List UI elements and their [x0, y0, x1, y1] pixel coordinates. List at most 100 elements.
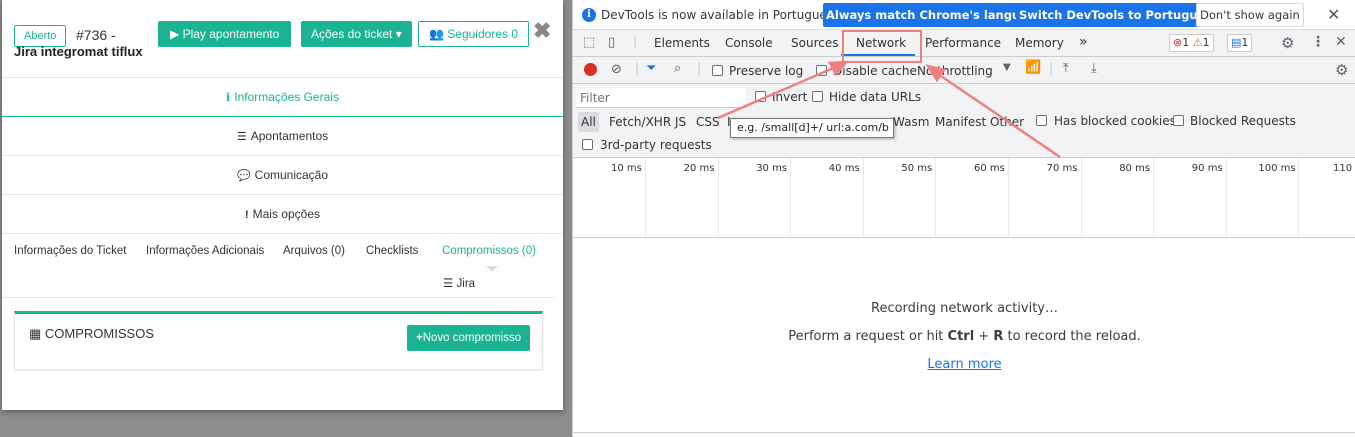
more-tabs-icon[interactable]: »: [1079, 34, 1088, 50]
modal-header: Aberto #736 - Jira integromat tiflux ▶ P…: [2, 0, 563, 78]
filter-tooltip: e.g. /small[d]+/ url:a.com/b: [730, 118, 894, 138]
invert-checkbox[interactable]: [755, 91, 766, 102]
tab-checklists[interactable]: Checklists: [366, 245, 418, 257]
timeline-gridline: [1225, 158, 1227, 238]
preserve-log-checkbox[interactable]: [712, 65, 723, 76]
message-icon: ▤: [1231, 36, 1242, 49]
tab-memory[interactable]: Memory: [1015, 36, 1064, 50]
separator: |: [697, 61, 702, 76]
divider: [573, 432, 1355, 433]
timeline-gridline: [645, 158, 646, 238]
ticket-title: Jira integromat tiflux: [14, 44, 143, 59]
timeline-gridline: [1298, 158, 1300, 238]
close-icon[interactable]: ✕: [1327, 5, 1340, 24]
error-count: 1: [1182, 36, 1190, 49]
reload-hint-plus: +: [974, 329, 994, 344]
ticket-number: #736 -: [76, 27, 116, 43]
tab-jira-label: Jira: [456, 278, 476, 290]
network-settings-gear-icon[interactable]: ⚙: [1335, 61, 1348, 79]
export-har-icon[interactable]: ⤓: [1091, 61, 1097, 76]
switch-to-portuguese-button[interactable]: Switch DevTools to Portuguese: [1016, 3, 1224, 27]
tab-compromissos[interactable]: Compromissos (0): [442, 245, 536, 257]
search-icon[interactable]: ⌕: [674, 61, 681, 76]
timeline-gridline: [717, 158, 719, 238]
issues-counter[interactable]: ⊗1 ⚠1: [1169, 34, 1214, 52]
followers-button[interactable]: 👥 Seguidores 0: [418, 21, 529, 47]
tab-informacoes-ticket[interactable]: Informações do Ticket: [14, 245, 127, 257]
section-comunicacao[interactable]: 💬 Comunicação: [2, 156, 563, 195]
type-filter-css[interactable]: CSS: [696, 115, 720, 129]
section-informacoes-gerais[interactable]: ℹ Informações Gerais: [2, 78, 563, 117]
hide-data-urls-checkbox[interactable]: [812, 91, 823, 102]
tab-performance[interactable]: Performance: [925, 36, 1001, 50]
third-party-label: 3rd-party requests: [600, 138, 712, 152]
network-conditions-icon[interactable]: 📶: [1025, 60, 1041, 75]
kebab-menu-icon[interactable]: ⋮: [1311, 34, 1325, 50]
disable-cache-checkbox[interactable]: [816, 65, 827, 76]
compromissos-panel: ▦ COMPROMISSOS +Novo compromisso: [14, 311, 543, 370]
import-har-icon[interactable]: ⤒: [1063, 61, 1069, 76]
timeline-tick-label: 110: [1333, 163, 1353, 174]
devtools-panel: i DevTools is now available in Portugues…: [572, 0, 1355, 437]
third-party-checkbox[interactable]: [582, 139, 593, 150]
separator: |: [1049, 61, 1054, 76]
ticket-actions-label: Ações do ticket: [311, 27, 393, 41]
timeline-gridline: [1153, 158, 1155, 238]
new-compromisso-label: Novo compromisso: [422, 332, 522, 344]
type-filter-all[interactable]: All: [578, 112, 599, 132]
warning-icon: ⚠: [1192, 36, 1203, 49]
tab-informacoes-adicionais[interactable]: Informações Adicionais: [146, 245, 264, 257]
device-toolbar-icon[interactable]: ▯: [608, 35, 615, 50]
calendar-icon: ▦: [29, 326, 45, 341]
section-mais-opcoes[interactable]: ! Mais opções: [2, 195, 563, 234]
clear-icon[interactable]: ⊘: [611, 62, 622, 77]
settings-gear-icon[interactable]: ⚙: [1281, 34, 1294, 52]
section-label: Comunicação: [254, 168, 329, 182]
timeline-tick-label: 80 ms: [1119, 163, 1151, 174]
blocked-requests-checkbox[interactable]: [1173, 115, 1184, 126]
error-icon: ⊗: [1173, 36, 1183, 49]
panel-title: ▦ COMPROMISSOS: [29, 326, 154, 342]
exclamation-icon: !: [244, 209, 249, 221]
timeline-gridline: [862, 158, 864, 238]
record-button-icon[interactable]: [584, 63, 597, 76]
play-apontamento-button[interactable]: ▶ Play apontamento: [158, 21, 292, 47]
learn-more-link[interactable]: Learn more: [927, 357, 1001, 372]
separator: |: [633, 34, 638, 49]
tab-elements[interactable]: Elements: [654, 36, 710, 50]
dropdown-caret-icon[interactable]: ▼: [1003, 62, 1011, 73]
type-filter-other[interactable]: Other: [990, 115, 1024, 129]
new-compromisso-button[interactable]: +Novo compromisso: [407, 325, 531, 351]
inspect-element-icon[interactable]: ⬚: [583, 35, 595, 50]
timeline-tick-label: 20 ms: [683, 163, 715, 174]
has-blocked-cookies-checkbox[interactable]: [1036, 115, 1047, 126]
play-icon: ▶: [170, 27, 183, 41]
close-devtools-icon[interactable]: ✕: [1335, 34, 1347, 50]
type-filter-wasm[interactable]: Wasm: [893, 115, 929, 129]
dont-show-again-button[interactable]: Don't show again: [1196, 3, 1304, 27]
timeline-tick-label: 10 ms: [611, 163, 642, 174]
tab-sources[interactable]: Sources: [791, 36, 838, 50]
timeline-tick-label: 50 ms: [901, 163, 933, 174]
info-icon: ℹ: [226, 92, 231, 104]
section-label: Mais opções: [252, 207, 321, 221]
ticket-actions-button[interactable]: Ações do ticket ▾: [301, 21, 412, 47]
close-icon[interactable]: ✖: [533, 18, 551, 44]
messages-counter[interactable]: ▤1: [1227, 34, 1253, 52]
panel-title-text: COMPROMISSOS: [44, 326, 154, 341]
section-apontamentos[interactable]: ☰ Apontamentos: [2, 117, 563, 156]
type-filter-js[interactable]: JS: [675, 115, 686, 129]
type-filter-manifest[interactable]: Manifest: [935, 115, 986, 129]
tab-arquivos[interactable]: Arquivos (0): [283, 245, 345, 257]
plus-icon: +: [416, 332, 423, 344]
always-match-language-button[interactable]: Always match Chrome's language: [823, 3, 1047, 27]
comment-icon: 💬: [236, 170, 251, 182]
active-tab-caret: [486, 266, 498, 272]
filter-funnel-icon[interactable]: ⏷: [646, 61, 656, 76]
filter-input[interactable]: Filter: [576, 88, 746, 108]
tab-console[interactable]: Console: [725, 36, 773, 50]
has-blocked-cookies-label: Has blocked cookies: [1054, 114, 1176, 128]
type-filter-fetch-xhr[interactable]: Fetch/XHR: [609, 115, 671, 129]
tab-jira[interactable]: ☰ Jira: [443, 276, 475, 290]
throttling-select[interactable]: No throttling: [917, 64, 993, 78]
